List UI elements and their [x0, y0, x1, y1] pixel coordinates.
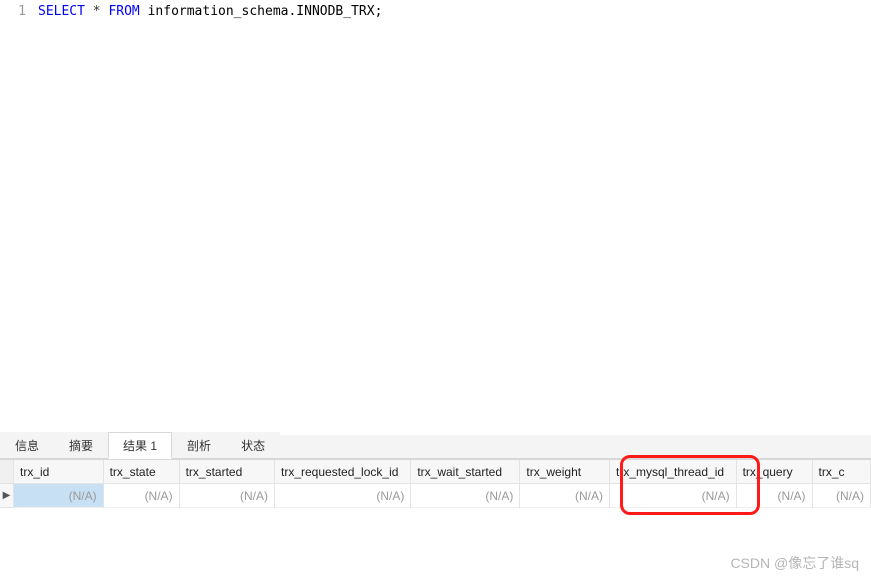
cell[interactable]: (N/A) [14, 484, 103, 508]
column-trx_operation_state: trx_c(N/A) [813, 460, 871, 508]
column-header[interactable]: trx_id [14, 460, 103, 484]
column-trx_query: trx_query(N/A) [737, 460, 813, 508]
watermark: CSDN @像忘了谁sq [730, 553, 859, 573]
result-grid[interactable]: ▶ trx_id(N/A)trx_state(N/A)trx_started(N… [0, 459, 871, 508]
column-header[interactable]: trx_query [737, 460, 812, 484]
column-header[interactable]: trx_state [104, 460, 179, 484]
cell[interactable]: (N/A) [737, 484, 812, 508]
result-tabs: 信息 摘要 结果 1 剖析 状态 [0, 435, 871, 459]
tab-info[interactable]: 信息 [0, 432, 54, 458]
tab-result-1[interactable]: 结果 1 [108, 432, 172, 459]
sql-editor[interactable]: 1 SELECT * FROM information_schema.INNOD… [0, 0, 871, 435]
sql-code[interactable]: SELECT * FROM information_schema.INNODB_… [36, 0, 871, 435]
column-trx_started: trx_started(N/A) [180, 460, 275, 508]
cell[interactable]: (N/A) [104, 484, 179, 508]
column-trx_state: trx_state(N/A) [104, 460, 180, 508]
tab-summary[interactable]: 摘要 [54, 432, 108, 458]
column-trx_weight: trx_weight(N/A) [520, 460, 610, 508]
column-trx_wait_started: trx_wait_started(N/A) [411, 460, 520, 508]
cell[interactable]: (N/A) [275, 484, 410, 508]
keyword-select: SELECT [38, 4, 85, 19]
column-header[interactable]: trx_weight [520, 460, 609, 484]
code-rest: information_schema.INNODB_TRX; [140, 4, 383, 19]
tab-status[interactable]: 状态 [226, 432, 280, 458]
cell[interactable]: (N/A) [813, 484, 870, 508]
cell[interactable]: (N/A) [180, 484, 274, 508]
column-header[interactable]: trx_wait_started [411, 460, 519, 484]
column-trx_mysql_thread_id: trx_mysql_thread_id(N/A) [610, 460, 737, 508]
cell[interactable]: (N/A) [520, 484, 609, 508]
code-star: * [85, 4, 108, 19]
cell[interactable]: (N/A) [411, 484, 519, 508]
line-gutter: 1 [0, 0, 36, 435]
column-trx_id: trx_id(N/A) [14, 460, 104, 508]
line-number: 1 [0, 4, 26, 19]
grid-columns: trx_id(N/A)trx_state(N/A)trx_started(N/A… [14, 460, 871, 508]
tab-profile[interactable]: 剖析 [172, 432, 226, 458]
cell[interactable]: (N/A) [610, 484, 736, 508]
column-header[interactable]: trx_requested_lock_id [275, 460, 410, 484]
column-trx_requested_lock_id: trx_requested_lock_id(N/A) [275, 460, 411, 508]
column-header[interactable]: trx_started [180, 460, 274, 484]
row-header-column: ▶ [0, 460, 14, 508]
column-header[interactable]: trx_c [813, 460, 870, 484]
row-header-corner [0, 460, 13, 484]
keyword-from: FROM [108, 4, 139, 19]
column-header[interactable]: trx_mysql_thread_id [610, 460, 736, 484]
row-marker[interactable]: ▶ [0, 484, 13, 508]
result-grid-wrap: ▶ trx_id(N/A)trx_state(N/A)trx_started(N… [0, 459, 871, 508]
